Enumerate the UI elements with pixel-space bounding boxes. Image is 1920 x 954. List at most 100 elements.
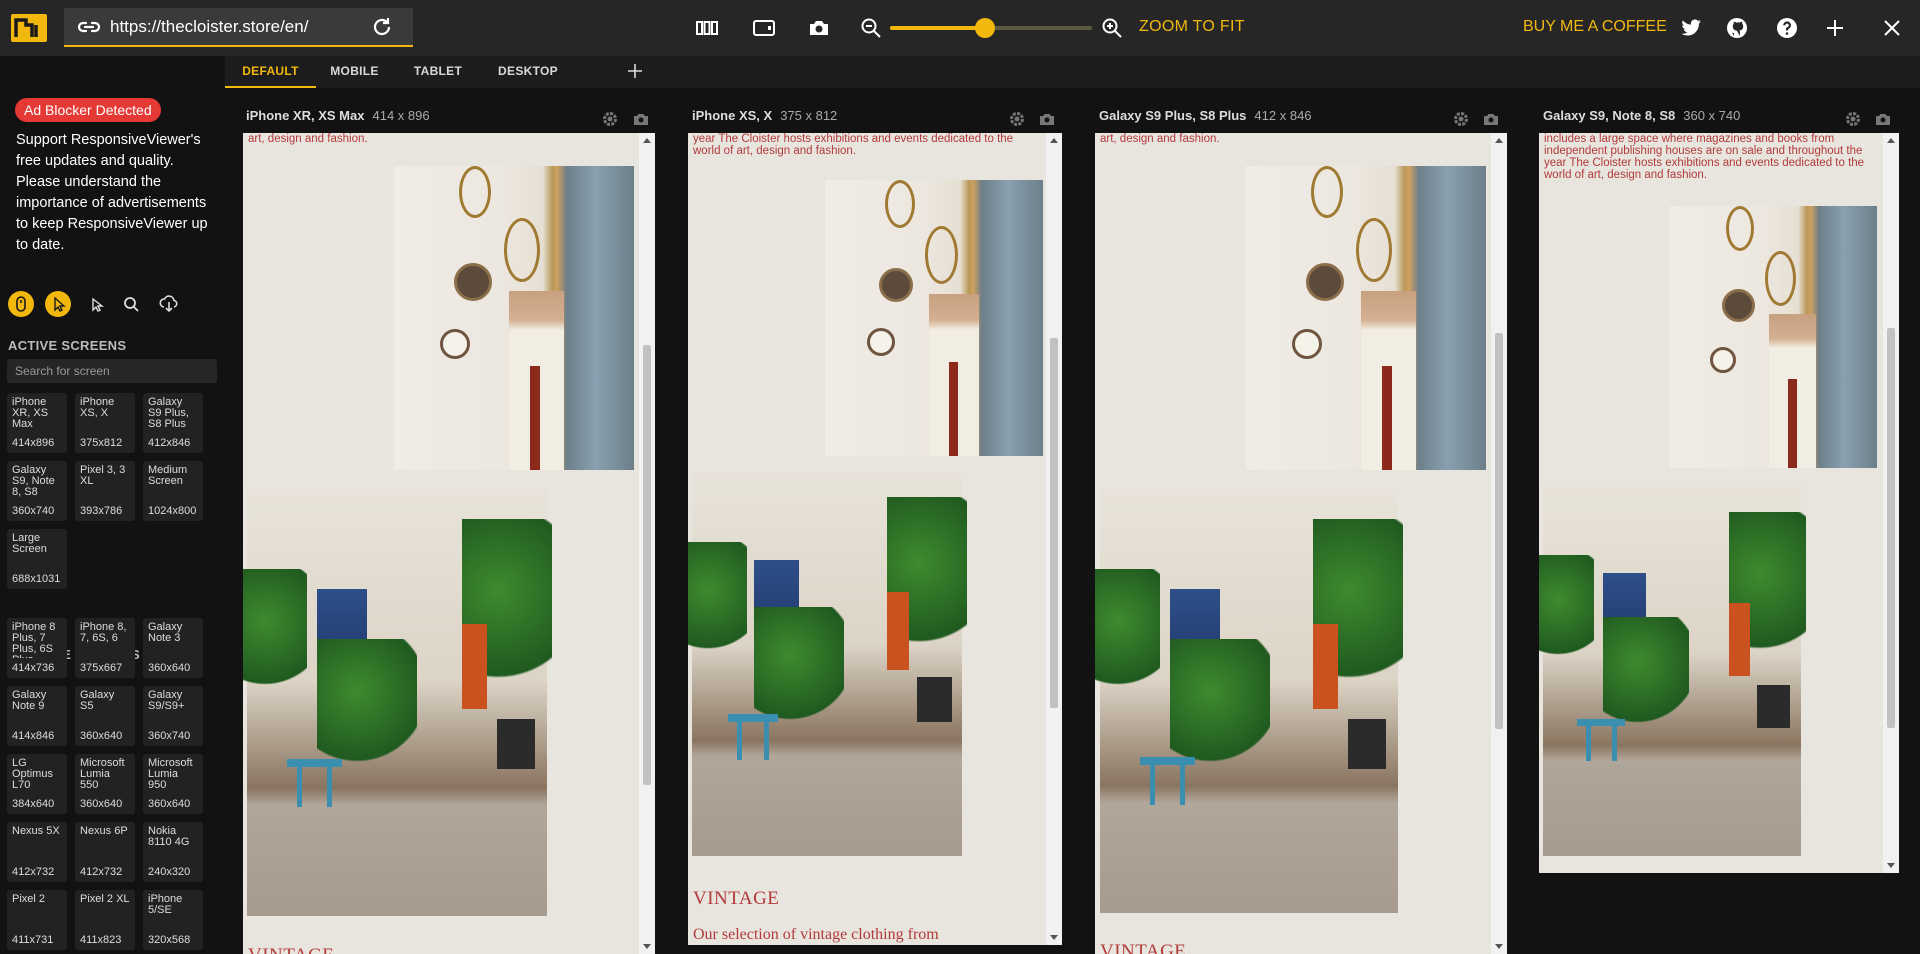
help-icon[interactable] (1775, 16, 1799, 40)
add-tab-icon[interactable] (625, 61, 645, 81)
screen-card[interactable]: Pixel 2 XL 411x823 (75, 890, 135, 950)
screen-card-resolution: 360x640 (148, 798, 191, 810)
device-frame-iphone-xr[interactable]: art, design and fashion. VINTAGE (243, 133, 639, 954)
panel-scrollbar[interactable] (1491, 133, 1507, 954)
zoom-in-icon[interactable] (1100, 16, 1124, 40)
panel-device-name: Galaxy S9 Plus, S8 Plus (1099, 108, 1247, 123)
page-text-snippet: year The Cloister hosts exhibitions and … (693, 133, 1014, 157)
add-icon[interactable] (1823, 16, 1847, 40)
panel-scrollbar[interactable] (639, 133, 655, 954)
inspect-button[interactable] (84, 291, 110, 317)
click-sync-button[interactable] (45, 291, 71, 317)
columns-view-icon[interactable] (695, 16, 719, 40)
scrollbar-thumb[interactable] (1050, 338, 1058, 708)
twitter-icon[interactable] (1679, 16, 1703, 40)
screen-card[interactable]: Nokia 8110 4G 240x320 (143, 822, 203, 882)
tab-desktop[interactable]: DESKTOP (483, 56, 573, 88)
screen-card-name: Nokia 8110 4G (148, 826, 190, 848)
zoom-slider[interactable] (890, 18, 1092, 38)
camera-icon[interactable] (807, 16, 831, 40)
rotate-device-icon[interactable] (752, 16, 776, 40)
panel-header-iphone-xr: iPhone XR, XS Max 414 x 896 (246, 108, 430, 128)
screen-card-name: Microsoft Lumia 550 (80, 758, 125, 791)
screen-card-resolution: 375x667 (80, 662, 123, 674)
screen-card-name: Galaxy S9/S9+ (148, 690, 185, 712)
screen-card[interactable]: Nexus 6P 412x732 (75, 822, 135, 882)
active-screens-title: ACTIVE SCREENS (8, 338, 127, 353)
screen-card-resolution: 412x732 (12, 866, 55, 878)
screen-card[interactable]: Microsoft Lumia 950 360x640 (143, 754, 203, 814)
screen-card[interactable]: iPhone 8 Plus, 7 Plus, 6S Plus 414x736 (7, 618, 67, 678)
responsiveviewer-logo-icon[interactable] (10, 13, 48, 43)
zoom-slider-handle[interactable] (974, 18, 995, 38)
panel-screenshot-camera-icon[interactable] (1874, 110, 1892, 128)
screen-card-resolution: 414x846 (12, 730, 55, 742)
screen-card[interactable]: Pixel 3, 3 XL 393x786 (75, 461, 135, 521)
search-page-button[interactable] (118, 291, 144, 317)
scrollbar-thumb[interactable] (1495, 333, 1503, 729)
device-frame-iphone-xs[interactable]: year The Cloister hosts exhibitions and … (688, 133, 1046, 945)
panel-screenshot-camera-icon[interactable] (1038, 110, 1056, 128)
panel-scrollbar[interactable] (1046, 133, 1062, 945)
screen-card[interactable]: iPhone XS, X 375x812 (75, 393, 135, 453)
screen-card[interactable]: iPhone 8, 7, 6S, 6 375x667 (75, 618, 135, 678)
panel-device-name: iPhone XS, X (692, 108, 773, 123)
panel-settings-gear-icon[interactable] (1452, 110, 1470, 128)
scrollbar-thumb[interactable] (1887, 328, 1895, 728)
zoom-out-icon[interactable] (859, 16, 883, 40)
tab-tablet[interactable]: TABLET (393, 56, 483, 88)
buy-me-a-coffee-link[interactable]: BUY ME A COFFEE (1523, 18, 1667, 36)
screen-card[interactable]: iPhone XR, XS Max 414x896 (7, 393, 67, 453)
screen-search-input[interactable] (7, 359, 217, 383)
panel-settings-gear-icon[interactable] (1844, 110, 1862, 128)
screen-card-name: iPhone 8 Plus, 7 Plus, 6S Plus (12, 622, 56, 658)
zoom-to-fit-button[interactable]: ZOOM TO FIT (1139, 18, 1245, 36)
ad-blocker-badge: Ad Blocker Detected (15, 98, 161, 122)
panel-screenshot-camera-icon[interactable] (632, 110, 650, 128)
device-frame-galaxy-s9[interactable]: includes a large space where magazines a… (1539, 133, 1883, 873)
shop-interior-photo (394, 166, 634, 470)
screen-card[interactable]: iPhone 5/SE 320x568 (143, 890, 203, 950)
screen-card[interactable]: Nexus 5X 412x732 (7, 822, 67, 882)
url-input[interactable] (102, 16, 371, 37)
screen-card[interactable]: Large Screen 688x1031 (7, 529, 67, 589)
screen-card[interactable]: Pixel 2 411x731 (7, 890, 67, 950)
screen-card-resolution: 360x640 (148, 662, 191, 674)
scroll-sync-button[interactable] (8, 291, 34, 317)
screen-card[interactable]: Galaxy Note 3 360x640 (143, 618, 203, 678)
github-icon[interactable] (1725, 16, 1749, 40)
page-text-snippet: art, design and fashion. (248, 133, 368, 145)
panel-screenshot-camera-icon[interactable] (1482, 110, 1500, 128)
panel-settings-gear-icon[interactable] (1008, 110, 1026, 128)
screen-card[interactable]: Galaxy Note 9 414x846 (7, 686, 67, 746)
screen-card[interactable]: Galaxy S9, Note 8, S8 360x740 (7, 461, 67, 521)
screen-group-tabs: DEFAULT MOBILE TABLET DESKTOP (225, 56, 1920, 88)
panel-device-name: iPhone XR, XS Max (246, 108, 365, 123)
close-icon[interactable] (1880, 16, 1904, 40)
sidebar: Ad Blocker Detected Support ResponsiveVi… (0, 56, 225, 954)
screen-card-name: Medium Screen (148, 465, 188, 487)
screen-card-name: Galaxy Note 9 (12, 690, 47, 712)
screen-card-name: Pixel 3, 3 XL (80, 465, 126, 487)
scrollbar-thumb[interactable] (643, 345, 651, 785)
tab-default[interactable]: DEFAULT (225, 56, 316, 88)
reload-icon[interactable] (371, 16, 393, 38)
panel-scrollbar[interactable] (1883, 133, 1899, 873)
shop-interior-photo (825, 180, 1043, 456)
cursor-icon (92, 297, 105, 312)
panel-settings-gear-icon[interactable] (601, 110, 619, 128)
tab-mobile[interactable]: MOBILE (316, 56, 393, 88)
download-button[interactable] (156, 291, 182, 317)
screen-card[interactable]: Galaxy S5 360x640 (75, 686, 135, 746)
url-bar[interactable] (64, 8, 413, 47)
screen-card[interactable]: Galaxy S9/S9+ 360x740 (143, 686, 203, 746)
screen-card[interactable]: Galaxy S9 Plus, S8 Plus 412x846 (143, 393, 203, 453)
screen-card-name: Microsoft Lumia 950 (148, 758, 193, 791)
screen-card[interactable]: Microsoft Lumia 550 360x640 (75, 754, 135, 814)
screen-card[interactable]: Medium Screen 1024x800 (143, 461, 203, 521)
screen-card-resolution: 414x896 (12, 437, 55, 449)
screen-card-name: iPhone XR, XS Max (12, 397, 49, 430)
device-frame-galaxy-s9-plus[interactable]: art, design and fashion. VINTAGE (1095, 133, 1491, 954)
screen-card[interactable]: LG Optimus L70 384x640 (7, 754, 67, 814)
section-heading-vintage: VINTAGE (693, 888, 780, 909)
